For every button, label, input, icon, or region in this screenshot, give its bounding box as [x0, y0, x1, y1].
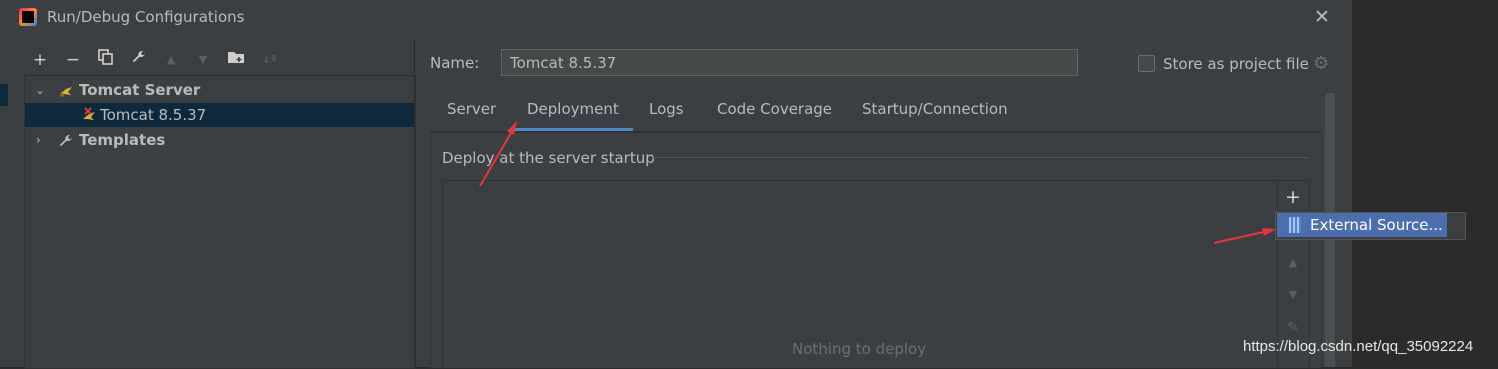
- annotation-arrows: [479, 121, 1276, 244]
- watermark: https://blog.csdn.net/qq_35092224: [1243, 338, 1474, 355]
- annotation-arrow-popup: [1213, 228, 1276, 244]
- annotation-arrow-tab: [479, 121, 517, 187]
